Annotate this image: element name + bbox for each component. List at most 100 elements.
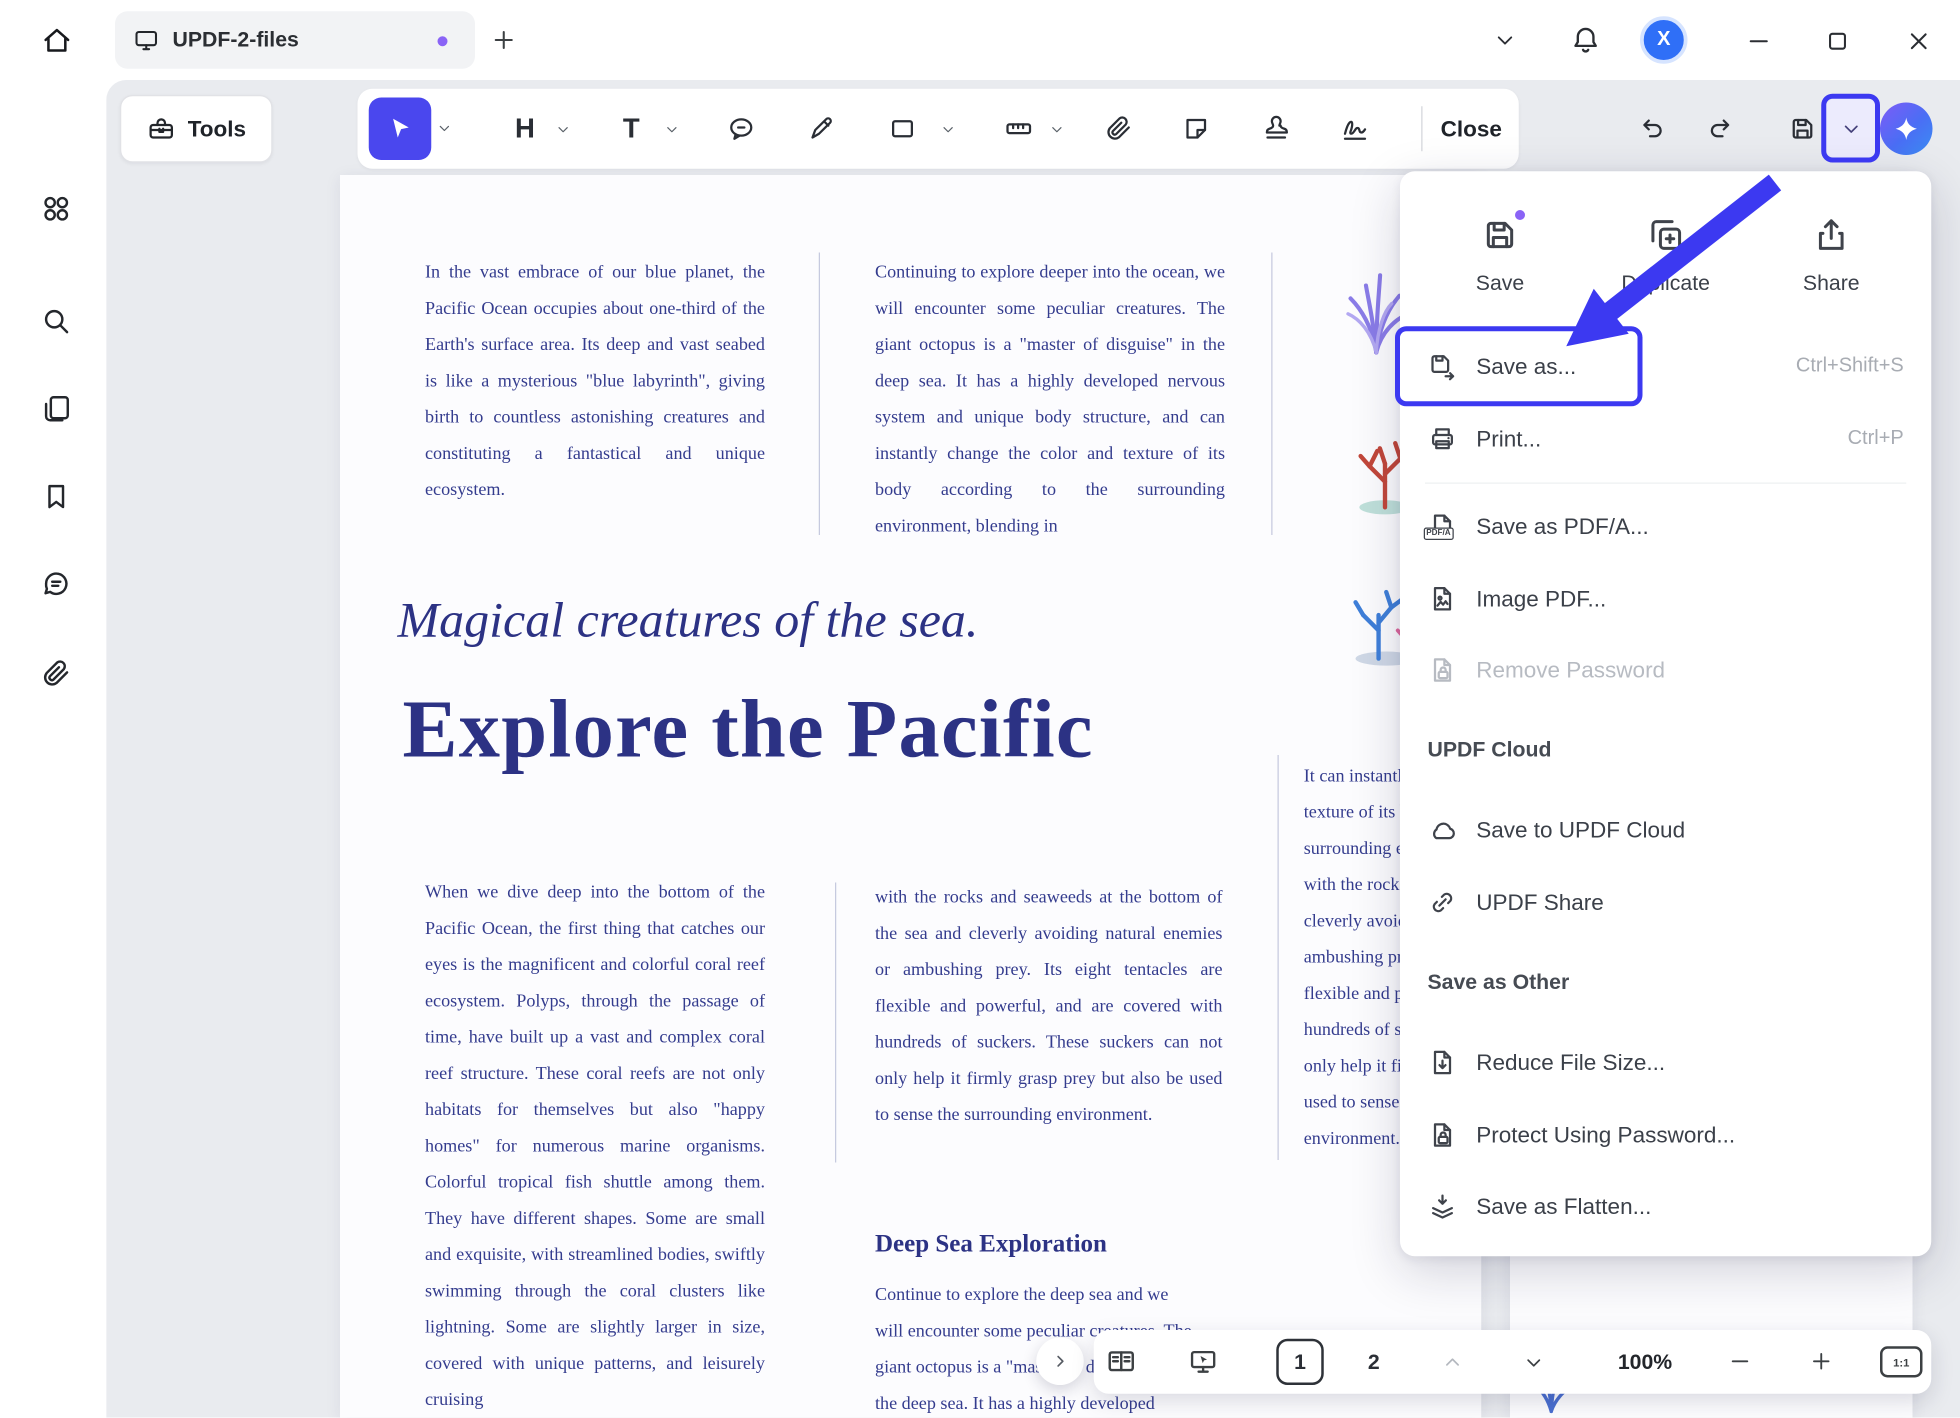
- zoom-out-button[interactable]: [1728, 1349, 1753, 1374]
- menu-action-share[interactable]: Share: [1769, 204, 1894, 324]
- measure-tool-chevron-icon[interactable]: [1049, 121, 1065, 137]
- expand-nav-button[interactable]: [1036, 1338, 1084, 1386]
- attachments-icon[interactable]: [40, 658, 73, 691]
- menu-item-reduce-file-size[interactable]: Reduce File Size...: [1410, 1026, 1921, 1099]
- maximize-icon: [1824, 28, 1852, 56]
- chevron-down-icon: [1523, 1351, 1546, 1374]
- attach-tool-button[interactable]: [1104, 114, 1134, 144]
- document-tab[interactable]: UPDF-2-files: [115, 11, 475, 69]
- print-icon: [1428, 424, 1458, 454]
- page-button-2[interactable]: 2: [1354, 1339, 1394, 1385]
- close-window-button[interactable]: [1905, 28, 1933, 56]
- title-bar: UPDF-2-files X: [0, 0, 1960, 80]
- protect-password-icon: [1428, 1120, 1458, 1150]
- page-thumbnails-icon[interactable]: [40, 393, 73, 426]
- save-button[interactable]: [1788, 114, 1818, 144]
- save-icon: [1788, 114, 1818, 144]
- save-dropdown-button[interactable]: [1826, 99, 1876, 158]
- chevron-right-icon: [1049, 1350, 1072, 1373]
- minimize-button[interactable]: [1745, 28, 1773, 56]
- ai-sparkle-icon: [1891, 114, 1921, 144]
- menu-item-print[interactable]: Print... Ctrl+P: [1410, 403, 1921, 476]
- home-button[interactable]: [34, 18, 79, 63]
- ai-assistant-button[interactable]: [1880, 103, 1933, 156]
- new-tab-button[interactable]: [490, 26, 518, 54]
- menu-item-save-as-flatten[interactable]: Save as Flatten...: [1410, 1170, 1921, 1243]
- bottom-toolbar: 1 2 100% 1:1: [1094, 1330, 1932, 1394]
- stamp-tool-button[interactable]: [1261, 114, 1291, 144]
- column-rule: [1271, 253, 1272, 536]
- presenter-button[interactable]: [1188, 1346, 1219, 1377]
- chevron-down-icon: [1840, 117, 1863, 140]
- account-avatar[interactable]: X: [1640, 16, 1688, 64]
- menu-action-duplicate[interactable]: Duplicate: [1603, 204, 1728, 324]
- save-icon: [1479, 214, 1522, 257]
- maximize-button[interactable]: [1824, 28, 1852, 56]
- sticker-tool-button[interactable]: [1181, 114, 1211, 144]
- document-title: Explore the Pacific: [403, 683, 1094, 778]
- menu-item-image-pdf[interactable]: Image PDF...: [1410, 563, 1921, 636]
- plus-icon: [1809, 1349, 1834, 1374]
- reduce-file-size-icon: [1428, 1048, 1458, 1078]
- flatten-icon: [1428, 1191, 1458, 1221]
- bell-icon: [1570, 24, 1601, 55]
- close-icon: [1905, 28, 1933, 56]
- tools-button[interactable]: Tools: [120, 95, 273, 163]
- pen-tool-button[interactable]: [806, 114, 836, 144]
- save-as-icon: [1428, 351, 1458, 381]
- undo-button[interactable]: [1635, 114, 1665, 144]
- menu-item-protect-using-password[interactable]: Protect Using Password...: [1410, 1099, 1921, 1172]
- document-paragraph: When we dive deep into the bottom of the…: [425, 875, 765, 1418]
- minus-icon: [1728, 1349, 1753, 1374]
- pdfa-icon: PDF/A: [1428, 511, 1458, 541]
- menu-action-save[interactable]: Save: [1438, 204, 1563, 324]
- menu-item-updf-share[interactable]: UPDF Share: [1410, 866, 1921, 939]
- measure-tool-button[interactable]: [1004, 114, 1034, 144]
- text-tool-button[interactable]: T: [615, 113, 648, 146]
- undo-icon: [1635, 114, 1665, 144]
- menu-divider: [1425, 483, 1906, 484]
- redo-icon: [1708, 114, 1738, 144]
- menu-section-updf-cloud: UPDF Cloud: [1428, 728, 1552, 773]
- share-icon: [1810, 214, 1853, 257]
- search-icon[interactable]: [40, 305, 73, 338]
- tab-title: UPDF-2-files: [173, 28, 299, 53]
- select-tool-chevron-icon[interactable]: [436, 120, 452, 136]
- redo-button[interactable]: [1708, 114, 1738, 144]
- reading-view-button[interactable]: [1105, 1345, 1138, 1378]
- select-tool-button[interactable]: [369, 98, 432, 161]
- comments-icon[interactable]: [40, 568, 73, 601]
- shape-tool-button[interactable]: [888, 114, 918, 144]
- document-line: environment.: [1304, 1121, 1400, 1157]
- fit-actual-size-button[interactable]: 1:1: [1880, 1346, 1923, 1377]
- notifications-button[interactable]: [1570, 24, 1601, 55]
- column-rule: [1278, 755, 1279, 1160]
- left-sidebar: [0, 80, 106, 1418]
- toolbox-icon: [146, 114, 176, 144]
- toolbar-divider: [1421, 106, 1422, 151]
- shape-tool-chevron-icon[interactable]: [940, 121, 956, 137]
- close-editor-button[interactable]: Close: [1430, 99, 1513, 159]
- menu-item-save-as[interactable]: Save as... Ctrl+Shift+S: [1410, 330, 1921, 403]
- menu-section-save-as-other: Save as Other: [1428, 960, 1570, 1005]
- page-button-1[interactable]: 1: [1276, 1339, 1324, 1385]
- comment-tool-button[interactable]: [726, 114, 756, 144]
- presenter-pointer-icon: [1188, 1346, 1219, 1377]
- document-subtitle: Magical creatures of the sea.: [398, 590, 979, 649]
- column-rule: [835, 883, 836, 1163]
- zoom-in-button[interactable]: [1809, 1349, 1834, 1374]
- text-tool-chevron-icon[interactable]: [664, 121, 680, 137]
- heading-tool-chevron-icon[interactable]: [555, 121, 571, 137]
- previous-page-button[interactable]: [1441, 1351, 1464, 1374]
- apps-grid-icon[interactable]: [40, 193, 73, 226]
- menu-item-save-to-updf-cloud[interactable]: Save to UPDF Cloud: [1410, 794, 1921, 867]
- heading-tool-button[interactable]: H: [509, 113, 542, 146]
- zoom-level[interactable]: 100%: [1610, 1330, 1680, 1394]
- minimize-icon: [1745, 28, 1773, 56]
- menu-item-save-as-pdfa[interactable]: PDF/A Save as PDF/A...: [1410, 490, 1921, 563]
- signature-tool-button[interactable]: [1340, 114, 1370, 144]
- tabs-chevron-button[interactable]: [1493, 28, 1518, 53]
- image-pdf-icon: [1428, 584, 1458, 614]
- bookmark-icon[interactable]: [40, 480, 73, 513]
- next-page-button[interactable]: [1523, 1351, 1546, 1374]
